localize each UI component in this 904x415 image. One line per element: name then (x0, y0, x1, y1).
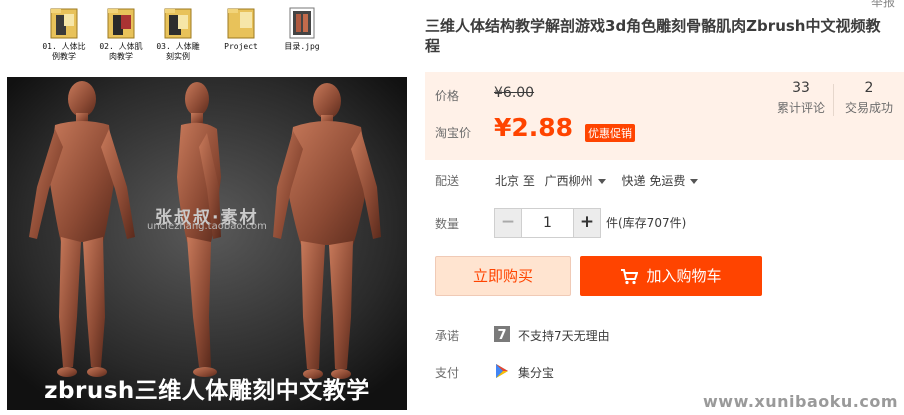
image-file-icon (289, 7, 315, 39)
reviews-label: 累计评论 (777, 101, 826, 115)
svg-text:7: 7 (497, 328, 506, 342)
file-item[interactable]: Project (213, 6, 269, 52)
promise-label: 承诺 (435, 329, 460, 343)
quantity-label: 数量 (435, 217, 460, 231)
shipping-to: 广西柳州 (544, 174, 593, 188)
quantity-input[interactable]: 1 (522, 209, 573, 237)
site-watermark: www.xunibaoku.com (703, 392, 898, 411)
file-item[interactable]: 03. 人体雕 刻实例 (150, 6, 206, 62)
play-triangle-icon (496, 364, 508, 378)
folder-icon (164, 8, 192, 39)
reviews-stat[interactable]: 33 累计评论 (777, 80, 825, 116)
reviews-count: 33 (792, 80, 810, 96)
shipping-destination: 北京 至 广西柳州 快递 免运费 (495, 172, 699, 189)
file-name: 02. 人体肌 肉教学 (99, 42, 143, 61)
chevron-down-icon (690, 179, 699, 184)
file-name: 03. 人体雕 刻实例 (156, 42, 200, 61)
decrease-quantity-button[interactable]: − (495, 209, 522, 237)
folder-icon (50, 8, 78, 39)
product-image-panel: 01. 人体比 例教学 02. 人体肌 肉教学 03. 人体雕 刻实例 Proj… (0, 0, 417, 415)
sales-stat: 2 交易成功 (845, 80, 893, 116)
folder-icon (107, 8, 135, 39)
sales-label: 交易成功 (845, 101, 894, 115)
current-price: ¥2.88 (494, 113, 574, 142)
add-to-cart-label: 加入购物车 (646, 267, 722, 285)
chevron-down-icon (597, 179, 606, 184)
buy-now-button[interactable]: 立即购买 (435, 256, 571, 296)
folder-icon (227, 8, 255, 39)
shipping-row: 配送 北京 至 广西柳州 快递 免运费 (435, 172, 895, 188)
photo-watermark-url: unclezhang.taobao.com (147, 221, 267, 232)
photo-banner: zbrush三维人体雕刻中文教学 (44, 378, 370, 404)
product-photo[interactable]: 张叔叔·素材 unclezhang.taobao.com zbrush三维人体雕… (7, 77, 407, 410)
quantity-stepper: − 1 + (494, 208, 601, 238)
promise-text: 不支持7天无理由 (518, 329, 610, 343)
shopping-cart-icon (621, 268, 639, 284)
shipping-method-select[interactable]: 快递 免运费 (622, 174, 699, 188)
product-title: 三维人体结构教学解剖游戏3d角色雕刻骨骼肌肉Zbrush中文视频教程 (425, 17, 881, 55)
file-name: 目录.jpg (284, 42, 320, 51)
shipping-to-select[interactable]: 广西柳州 (545, 174, 606, 188)
add-to-cart-button[interactable]: 加入购物车 (580, 256, 762, 296)
taobao-price-label: 淘宝价 (435, 126, 472, 140)
shipping-from: 北京 至 (495, 174, 535, 188)
file-item[interactable]: 02. 人体肌 肉教学 (93, 6, 149, 62)
payment-text: 集分宝 (518, 366, 555, 380)
report-link[interactable]: 举报 (871, 0, 895, 10)
stats-divider (833, 84, 834, 116)
file-name: 01. 人体比 例教学 (42, 42, 86, 61)
payment-label: 支付 (435, 366, 460, 380)
original-price: ¥6.00 (494, 85, 535, 101)
file-item[interactable]: 01. 人体比 例教学 (36, 6, 92, 62)
anatomy-figures-illustration (7, 77, 407, 410)
file-browser-strip: 01. 人体比 例教学 02. 人体肌 肉教学 03. 人体雕 刻实例 Proj… (0, 0, 417, 74)
file-name: Project (224, 42, 258, 51)
increase-quantity-button[interactable]: + (573, 209, 600, 237)
shipping-method: 快递 免运费 (621, 174, 686, 188)
sales-count: 2 (864, 80, 874, 96)
price-panel: 价格 ¥6.00 淘宝价 ¥2.88 优惠促销 33 累计评论 2 交易成功 (425, 72, 904, 160)
stock-info: 件(库存707件) (606, 216, 687, 230)
shipping-label: 配送 (435, 174, 460, 188)
seven-days-icon: 7 (494, 326, 510, 342)
file-item[interactable]: 目录.jpg (274, 6, 330, 52)
price-label: 价格 (435, 89, 460, 103)
promo-badge: 优惠促销 (585, 124, 635, 142)
